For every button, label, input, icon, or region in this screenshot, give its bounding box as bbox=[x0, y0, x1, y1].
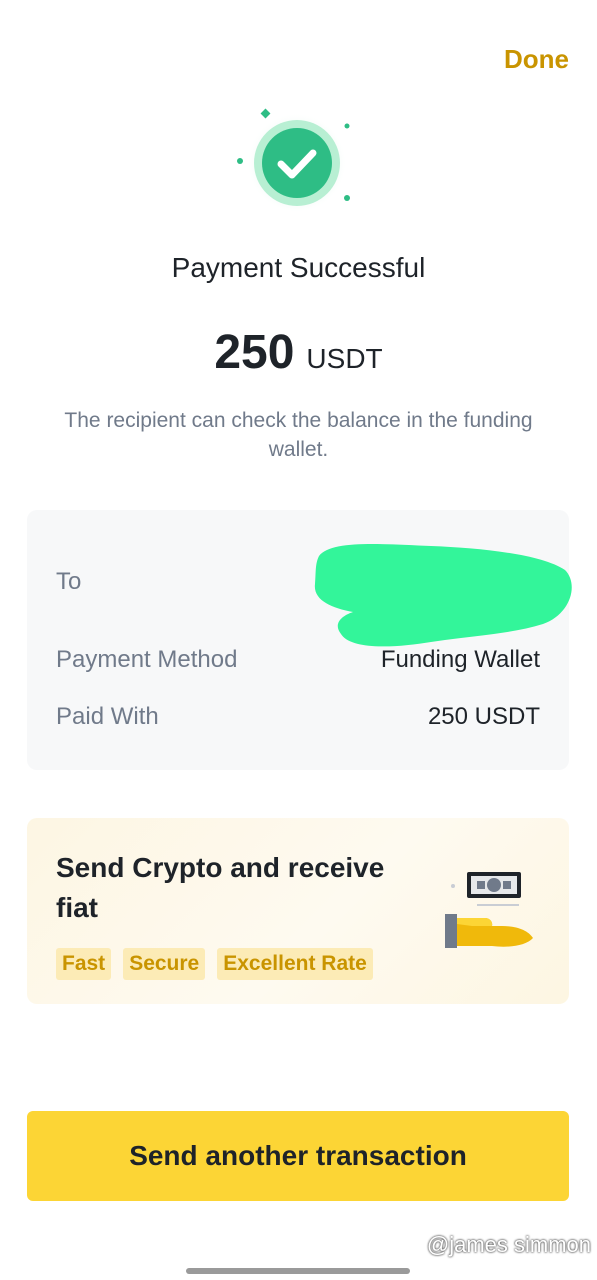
promo-tag: Secure bbox=[123, 948, 206, 980]
amount-value: 250 bbox=[214, 326, 295, 379]
payment-success-screen: Done Payment Successful 250 USDT The rec… bbox=[0, 0, 597, 1280]
promo-tag: Excellent Rate bbox=[217, 948, 373, 980]
redaction-scribble bbox=[314, 544, 572, 647]
detail-row-payment-method: Payment Method Funding Wallet bbox=[56, 646, 540, 674]
promo-tags: Fast Secure Excellent Rate bbox=[56, 948, 373, 980]
detail-label: To bbox=[56, 568, 82, 595]
detail-value: 250 USDT bbox=[427, 703, 540, 730]
send-crypto-promo-banner[interactable]: Send Crypto and receive fiat Fast Secure… bbox=[27, 818, 569, 1004]
send-another-transaction-button[interactable]: Send another transaction bbox=[27, 1111, 569, 1201]
home-indicator[interactable] bbox=[186, 1268, 410, 1274]
payment-status-title: Payment Successful bbox=[171, 252, 426, 283]
detail-label: Paid With bbox=[56, 703, 159, 730]
amount-display: 250 USDT bbox=[0, 325, 597, 380]
detail-label: Payment Method bbox=[56, 646, 238, 673]
done-button[interactable]: Done bbox=[504, 44, 569, 75]
promo-tag: Fast bbox=[56, 948, 112, 980]
success-check-icon bbox=[237, 108, 350, 213]
watermark: @james simmon bbox=[426, 1232, 591, 1257]
detail-row-paid-with: Paid With 250 USDT bbox=[56, 703, 540, 731]
amount-currency: USDT bbox=[306, 343, 383, 374]
cash-hand-icon bbox=[445, 872, 533, 948]
promo-title: Send Crypto and receive fiat bbox=[56, 852, 385, 923]
recipient-note: The recipient can check the balance in t… bbox=[64, 409, 533, 461]
detail-value: Funding Wallet bbox=[380, 646, 540, 673]
payment-details-card: To Payment Method Funding Wallet Paid Wi… bbox=[27, 510, 572, 770]
